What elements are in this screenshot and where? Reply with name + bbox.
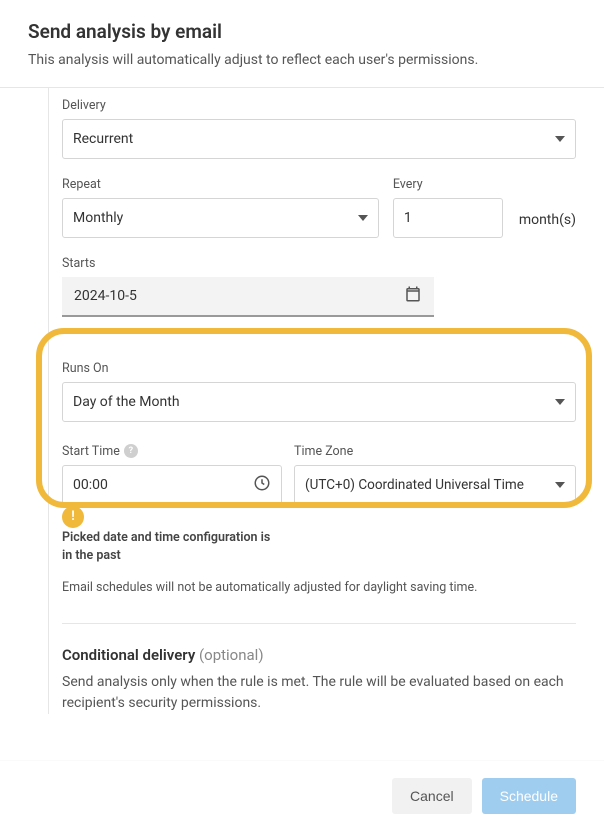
chevron-down-icon bbox=[555, 482, 565, 488]
start-time-label: Start Time ? bbox=[62, 444, 282, 459]
runs-on-value: Day of the Month bbox=[73, 394, 180, 410]
dialog-footer: Cancel Schedule bbox=[0, 760, 604, 830]
chevron-down-icon bbox=[555, 399, 565, 405]
starts-value: 2024-10-5 bbox=[74, 288, 137, 304]
runs-on-label: Runs On bbox=[62, 361, 576, 376]
warning-text: Picked date and time configuration is in… bbox=[62, 529, 576, 567]
starts-date-input[interactable]: 2024-10-5 bbox=[62, 277, 434, 317]
repeat-select[interactable]: Monthly bbox=[62, 198, 379, 238]
warning-icon: ! bbox=[62, 506, 84, 528]
every-value: 1 bbox=[404, 210, 412, 226]
timezone-label: Time Zone bbox=[294, 444, 576, 459]
repeat-value: Monthly bbox=[73, 210, 123, 226]
step-rail bbox=[48, 88, 49, 715]
dialog-header: Send analysis by email This analysis wil… bbox=[0, 0, 604, 88]
chevron-down-icon bbox=[555, 136, 565, 142]
chevron-down-icon bbox=[358, 215, 368, 221]
clock-icon bbox=[253, 474, 271, 496]
divider bbox=[62, 623, 576, 624]
start-time-input[interactable]: 00:00 bbox=[62, 465, 282, 505]
every-label: Every bbox=[393, 177, 503, 192]
repeat-label: Repeat bbox=[62, 177, 379, 192]
dialog-subtitle: This analysis will automatically adjust … bbox=[28, 51, 576, 71]
delivery-select[interactable]: Recurrent bbox=[62, 119, 576, 159]
dst-info: Email schedules will not be automaticall… bbox=[62, 580, 576, 595]
calendar-icon bbox=[404, 285, 422, 307]
cancel-button[interactable]: Cancel bbox=[392, 778, 472, 814]
delivery-value: Recurrent bbox=[73, 131, 133, 147]
delivery-label: Delivery bbox=[62, 98, 576, 113]
help-icon[interactable]: ? bbox=[124, 444, 138, 458]
starts-label: Starts bbox=[62, 256, 576, 271]
schedule-button[interactable]: Schedule bbox=[482, 778, 576, 814]
scroll-fade bbox=[0, 720, 604, 760]
timezone-value: (UTC+0) Coordinated Universal Time bbox=[305, 477, 524, 493]
timezone-select[interactable]: (UTC+0) Coordinated Universal Time bbox=[294, 465, 576, 505]
conditional-delivery-desc: Send analysis only when the rule is met.… bbox=[62, 672, 576, 714]
dialog-content: Delivery Recurrent Repeat Monthly Every … bbox=[0, 88, 604, 715]
every-unit: month(s) bbox=[517, 212, 576, 238]
dialog-title: Send analysis by email bbox=[28, 20, 576, 43]
start-time-value: 00:00 bbox=[73, 477, 108, 493]
conditional-delivery-title: Conditional delivery (optional) bbox=[62, 646, 576, 664]
every-input[interactable]: 1 bbox=[393, 198, 503, 238]
runs-on-select[interactable]: Day of the Month bbox=[62, 382, 576, 422]
